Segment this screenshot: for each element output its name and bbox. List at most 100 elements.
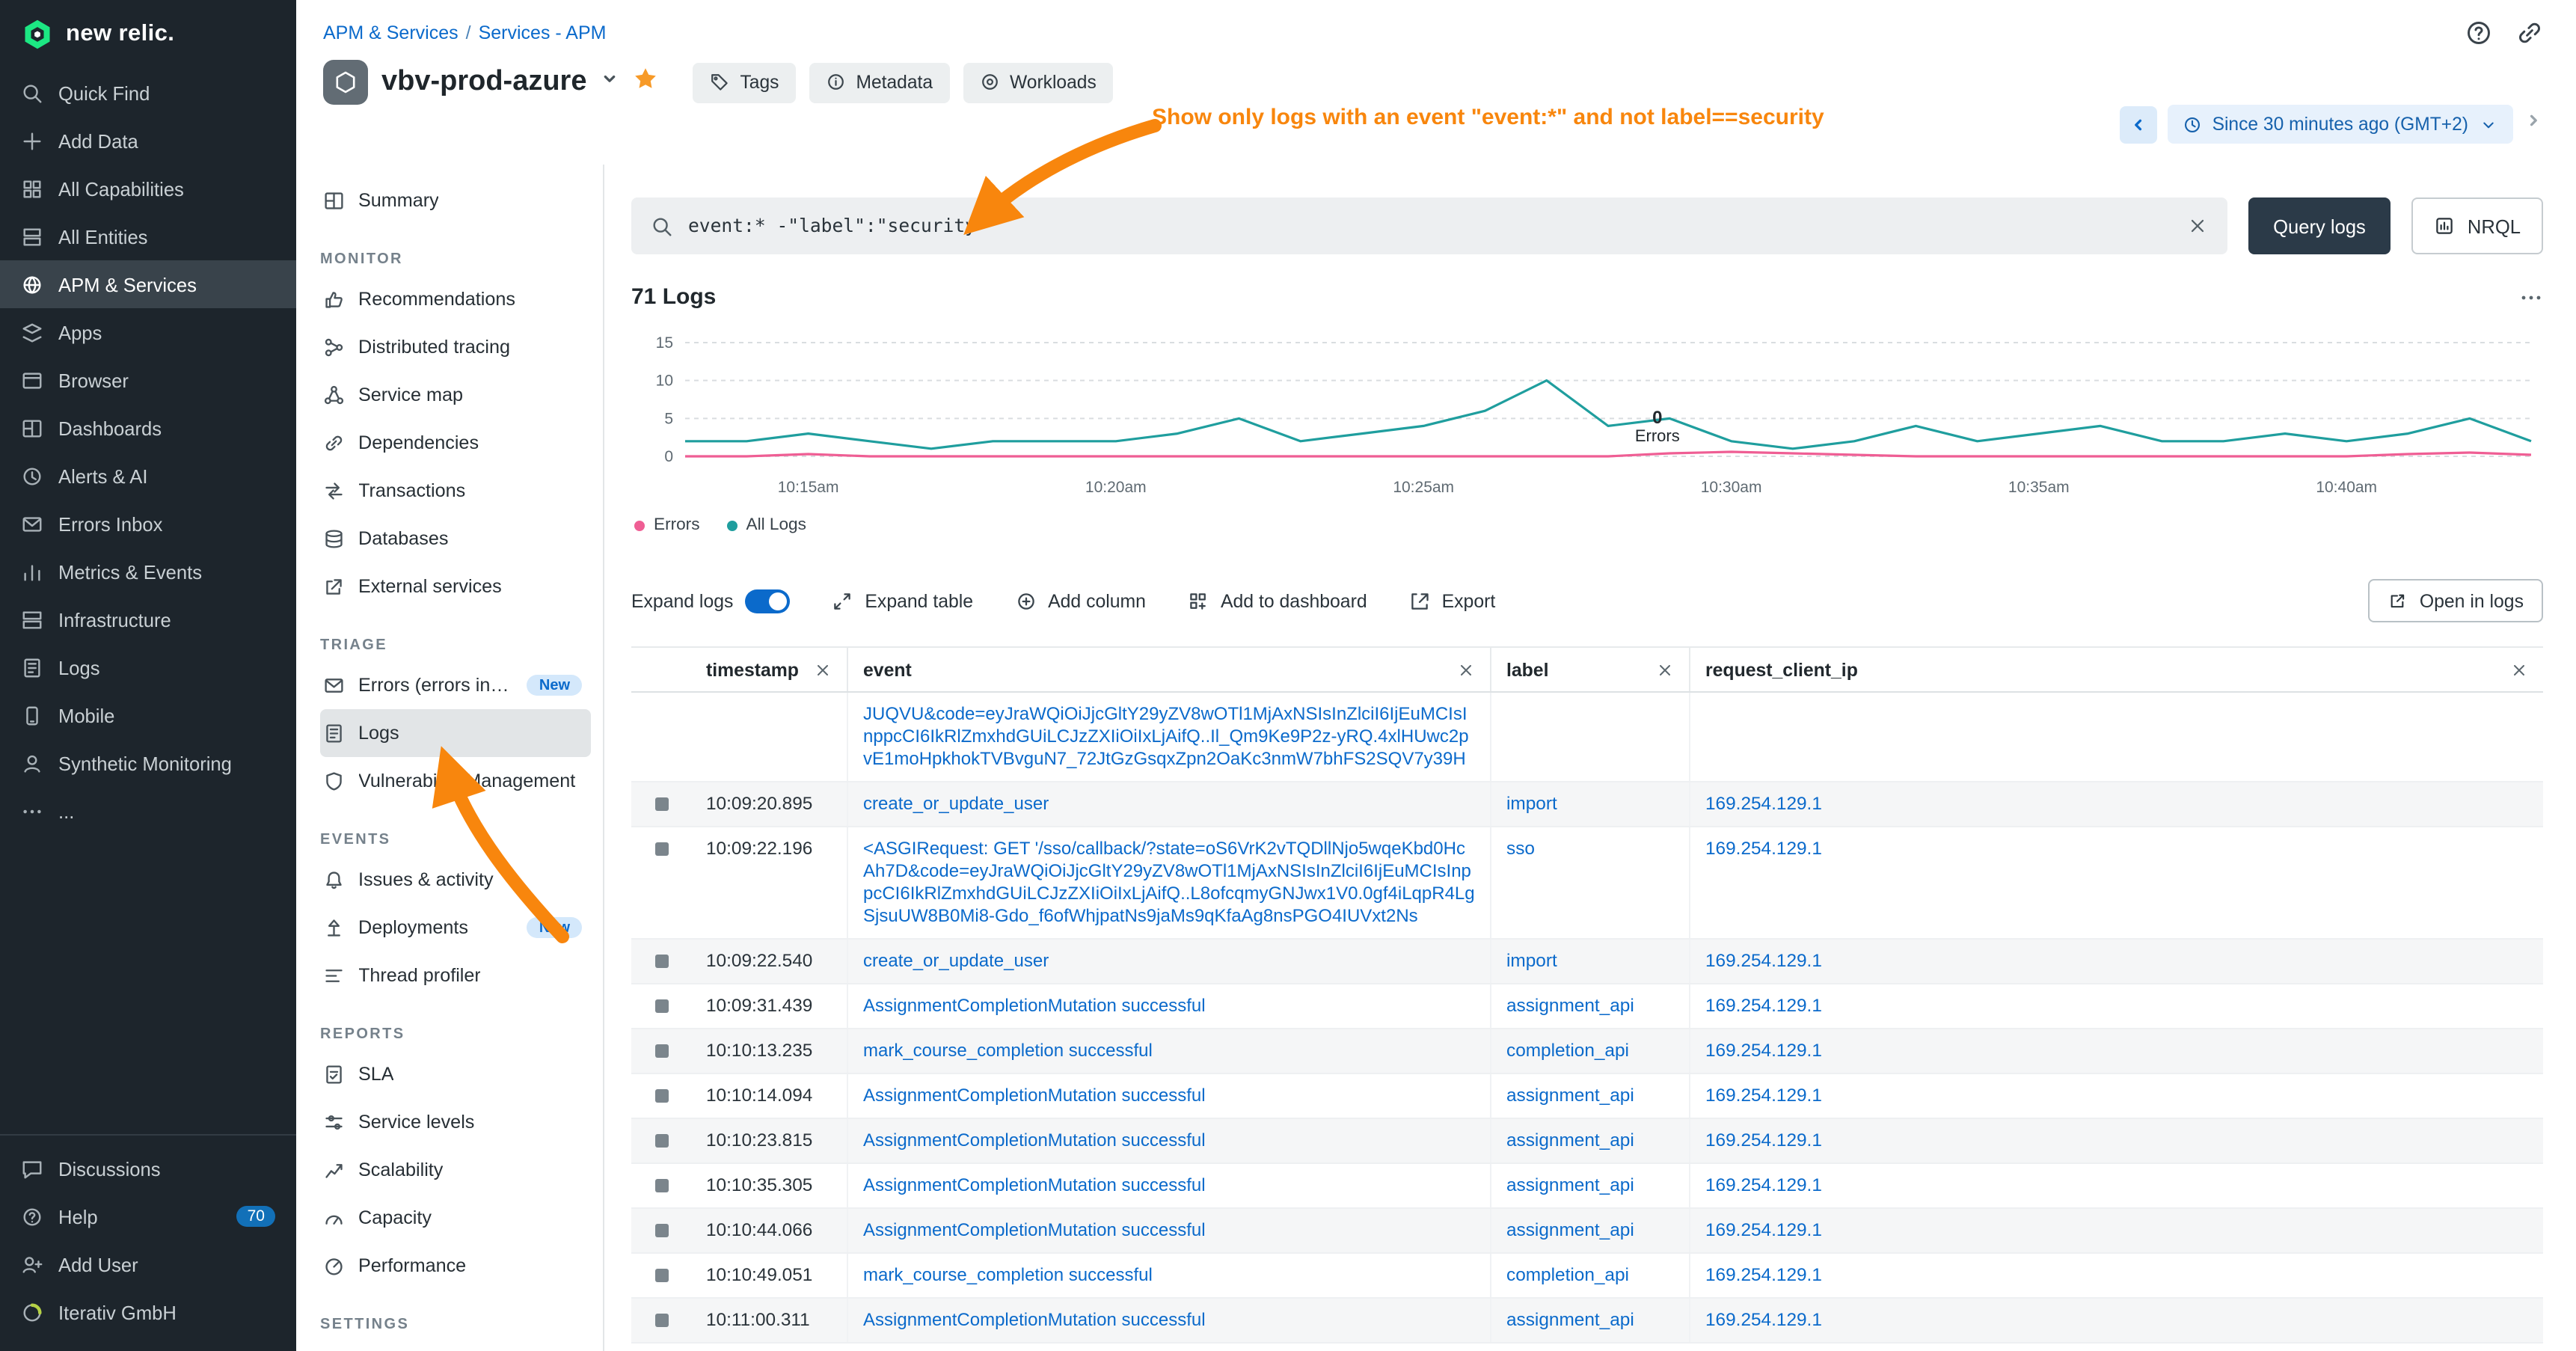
ip-link[interactable]: 169.254.129.1 <box>1705 1174 1822 1195</box>
sidebar-item-add-data[interactable]: Add Data <box>0 117 296 165</box>
entity-switcher-chevron[interactable] <box>601 69 620 96</box>
entity-nav-item-databases[interactable]: Databases <box>320 515 591 563</box>
sidebar-item-logs[interactable]: Logs <box>0 643 296 691</box>
brand-logo[interactable]: new relic. <box>0 0 296 69</box>
sidebar-item-browser[interactable]: Browser <box>0 356 296 404</box>
log-row[interactable]: 10:10:23.815AssignmentCompletionMutation… <box>631 1119 2543 1164</box>
sidebar-item-iterativ-gmbh[interactable]: Iterativ GmbH <box>0 1288 296 1336</box>
log-row[interactable]: 10:09:22.540create_or_update_userimport1… <box>631 940 2543 984</box>
query-logs-button[interactable]: Query logs <box>2248 197 2391 254</box>
timestamp-column-header[interactable]: timestamp <box>691 648 847 691</box>
more-options-icon[interactable] <box>2519 285 2543 309</box>
remove-column-icon[interactable] <box>814 661 832 678</box>
ip-link[interactable]: 169.254.129.1 <box>1705 793 1822 814</box>
row-checkbox[interactable] <box>654 1224 668 1237</box>
ip-link[interactable]: 169.254.129.1 <box>1705 950 1822 971</box>
row-checkbox[interactable] <box>654 842 668 856</box>
entity-nav-item-scalability[interactable]: Scalability <box>320 1146 591 1194</box>
sidebar-item-add-user[interactable]: Add User <box>0 1240 296 1288</box>
label-link[interactable]: completion_api <box>1506 1264 1629 1285</box>
sidebar-item-alerts-ai[interactable]: Alerts & AI <box>0 452 296 500</box>
row-checkbox[interactable] <box>654 1314 668 1327</box>
log-row[interactable]: 10:10:13.235mark_course_completion succe… <box>631 1029 2543 1074</box>
entity-nav-item-sla[interactable]: SLA <box>320 1050 591 1098</box>
ip-link[interactable]: 169.254.129.1 <box>1705 1264 1822 1285</box>
label-link[interactable]: assignment_api <box>1506 995 1634 1016</box>
breadcrumb-apm-services[interactable]: APM & Services <box>323 22 459 43</box>
entity-nav-item-capacity[interactable]: Capacity <box>320 1194 591 1242</box>
log-row[interactable]: 10:11:00.311AssignmentCompletionMutation… <box>631 1299 2543 1344</box>
entity-nav-item-summary[interactable]: Summary <box>320 177 591 224</box>
event-link[interactable]: JUQVU&code=eyJraWQiOiJjcGltY29yZV8wOTl1M… <box>863 703 1469 769</box>
remove-column-icon[interactable] <box>1656 661 1674 678</box>
log-row[interactable]: 10:09:31.439AssignmentCompletionMutation… <box>631 984 2543 1029</box>
legend-errors[interactable]: Errors <box>634 516 700 534</box>
entity-nav-item-errors-errors-inb[interactable]: Errors (errors inb...New <box>320 661 591 709</box>
sidebar-item-apps[interactable]: Apps <box>0 308 296 356</box>
log-row[interactable]: 10:10:14.094AssignmentCompletionMutation… <box>631 1074 2543 1119</box>
log-row[interactable]: 10:09:20.895create_or_update_userimport1… <box>631 782 2543 827</box>
event-link[interactable]: <ASGIRequest: GET '/sso/callback/?state=… <box>863 838 1475 926</box>
ip-link[interactable]: 169.254.129.1 <box>1705 1040 1822 1061</box>
log-query-box[interactable] <box>631 197 2227 254</box>
log-row[interactable]: 10:10:49.051mark_course_completion succe… <box>631 1254 2543 1299</box>
permalink-icon[interactable] <box>2516 19 2543 46</box>
log-row[interactable]: 10:10:44.066AssignmentCompletionMutation… <box>631 1209 2543 1254</box>
sidebar-item-item[interactable]: ... <box>0 787 296 835</box>
event-column-header[interactable]: event <box>847 648 1490 691</box>
expand-table-button[interactable]: Expand table <box>832 590 973 611</box>
sidebar-item-errors-inbox[interactable]: Errors Inbox <box>0 500 296 548</box>
entity-nav-item-recommendations[interactable]: Recommendations <box>320 275 591 323</box>
event-link[interactable]: create_or_update_user <box>863 950 1049 971</box>
sidebar-item-infrastructure[interactable]: Infrastructure <box>0 595 296 643</box>
row-checkbox[interactable] <box>654 999 668 1013</box>
query-input[interactable] <box>688 215 2171 236</box>
remove-column-icon[interactable] <box>1457 661 1475 678</box>
ip-link[interactable]: 169.254.129.1 <box>1705 1130 1822 1151</box>
entity-nav-item-service-map[interactable]: Service map <box>320 371 591 419</box>
add-column-button[interactable]: Add column <box>1015 590 1146 611</box>
metadata-button[interactable]: Metadata <box>809 62 949 102</box>
ip-link[interactable]: 169.254.129.1 <box>1705 1219 1822 1240</box>
sidebar-item-metrics-events[interactable]: Metrics & Events <box>0 548 296 595</box>
help-icon[interactable] <box>2465 19 2492 46</box>
open-in-logs-button[interactable]: Open in logs <box>2369 579 2543 622</box>
sidebar-item-mobile[interactable]: Mobile <box>0 691 296 739</box>
breadcrumb-services-apm[interactable]: Services - APM <box>479 22 607 43</box>
ip-link[interactable]: 169.254.129.1 <box>1705 1309 1822 1330</box>
event-link[interactable]: AssignmentCompletionMutation successful <box>863 1174 1206 1195</box>
sidebar-item-discussions[interactable]: Discussions <box>0 1145 296 1192</box>
entity-nav-item-transactions[interactable]: Transactions <box>320 467 591 515</box>
favorite-star-icon[interactable] <box>634 66 659 99</box>
event-link[interactable]: mark_course_completion successful <box>863 1264 1153 1285</box>
clear-query-button[interactable] <box>2186 215 2207 236</box>
expand-logs-toggle[interactable] <box>745 589 790 613</box>
time-forward-icon[interactable] <box>2524 111 2543 138</box>
log-row[interactable]: 10:10:35.305AssignmentCompletionMutation… <box>631 1164 2543 1209</box>
event-link[interactable]: AssignmentCompletionMutation successful <box>863 1309 1206 1330</box>
row-checkbox[interactable] <box>654 1134 668 1148</box>
row-checkbox[interactable] <box>654 1044 668 1058</box>
label-link[interactable]: assignment_api <box>1506 1085 1634 1106</box>
ip-link[interactable]: 169.254.129.1 <box>1705 995 1822 1016</box>
sidebar-item-help[interactable]: Help70 <box>0 1192 296 1240</box>
entity-nav-item-distributed-tracing[interactable]: Distributed tracing <box>320 323 591 371</box>
label-link[interactable]: assignment_api <box>1506 1219 1634 1240</box>
row-checkbox[interactable] <box>654 955 668 968</box>
entity-nav-item-issues-activity[interactable]: Issues & activity <box>320 856 591 904</box>
sidebar-item-synthetic-monitoring[interactable]: Synthetic Monitoring <box>0 739 296 787</box>
expand-logs-control[interactable]: Expand logs <box>631 589 790 613</box>
row-checkbox[interactable] <box>654 1089 668 1103</box>
entity-nav-item-dependencies[interactable]: Dependencies <box>320 419 591 467</box>
logs-timeline-chart[interactable]: 05101510:15am10:20am10:25am10:30am10:35a… <box>631 322 2543 501</box>
entity-nav-item-logs[interactable]: Logs <box>320 709 591 757</box>
event-link[interactable]: AssignmentCompletionMutation successful <box>863 1085 1206 1106</box>
time-range-button[interactable]: Since 30 minutes ago (GMT+2) <box>2168 105 2513 144</box>
entity-nav-item-thread-profiler[interactable]: Thread profiler <box>320 952 591 999</box>
tags-button[interactable]: Tags <box>693 62 796 102</box>
entity-nav-item-external-services[interactable]: External services <box>320 563 591 610</box>
row-checkbox[interactable] <box>654 1179 668 1192</box>
row-checkbox[interactable] <box>654 797 668 811</box>
event-link[interactable]: mark_course_completion successful <box>863 1040 1153 1061</box>
request-client-ip-column-header[interactable]: request_client_ip <box>1689 648 2543 691</box>
